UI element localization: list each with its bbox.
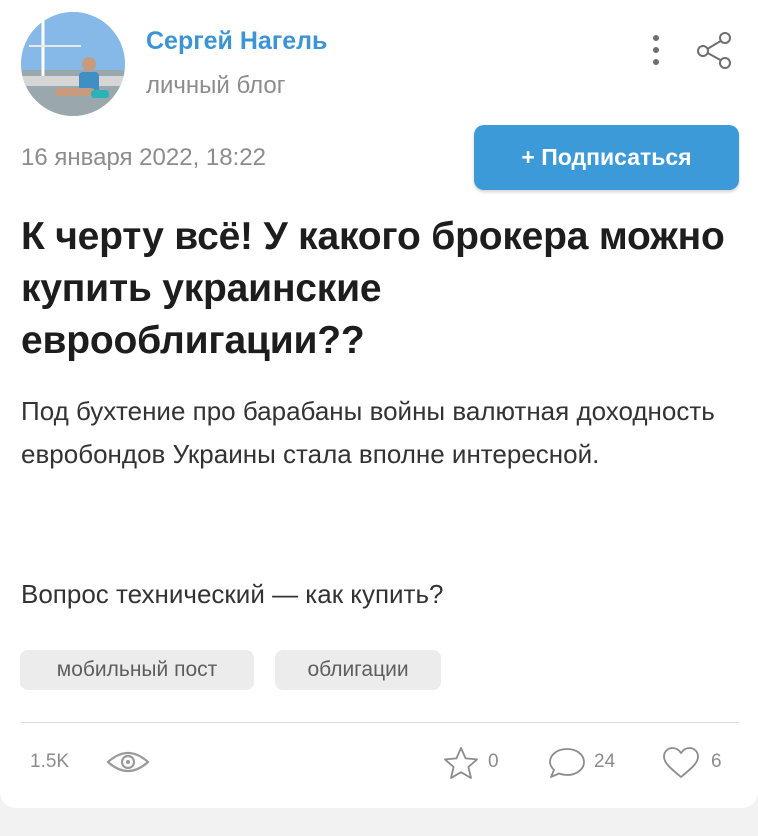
post-card: Сергей Нагель личный блог 16 января 2022… [0, 0, 758, 808]
more-vertical-icon [653, 35, 659, 65]
author-name[interactable]: Сергей Нагель [146, 27, 327, 56]
post-date: 16 января 2022, 18:22 [21, 144, 266, 171]
share-icon [697, 32, 731, 69]
comment-icon[interactable] [547, 745, 587, 781]
tag-bonds[interactable]: облигации [275, 650, 441, 690]
share-button[interactable] [694, 30, 734, 70]
avatar-photo [21, 12, 125, 116]
favorites-count: 0 [488, 751, 499, 772]
eye-icon [106, 751, 150, 773]
post-body: Под бухтение про барабаны войны валютная… [21, 396, 715, 469]
subscribe-button[interactable]: + Подписаться [474, 125, 739, 190]
post-title[interactable]: К черту всё! У какого брокера можно купи… [21, 211, 731, 367]
blog-type-label: личный блог [146, 72, 286, 99]
avatar[interactable] [21, 12, 125, 116]
tag-mobile-post[interactable]: мобильный пост [20, 650, 254, 690]
star-icon[interactable] [443, 746, 479, 780]
comments-count: 24 [594, 751, 616, 772]
more-options-button[interactable] [642, 30, 670, 70]
post-question: Вопрос технический — как купить? [21, 579, 444, 609]
heart-icon[interactable] [661, 746, 701, 780]
likes-count: 6 [711, 751, 722, 772]
divider [21, 722, 739, 723]
views-count: 1.5K [30, 751, 70, 772]
